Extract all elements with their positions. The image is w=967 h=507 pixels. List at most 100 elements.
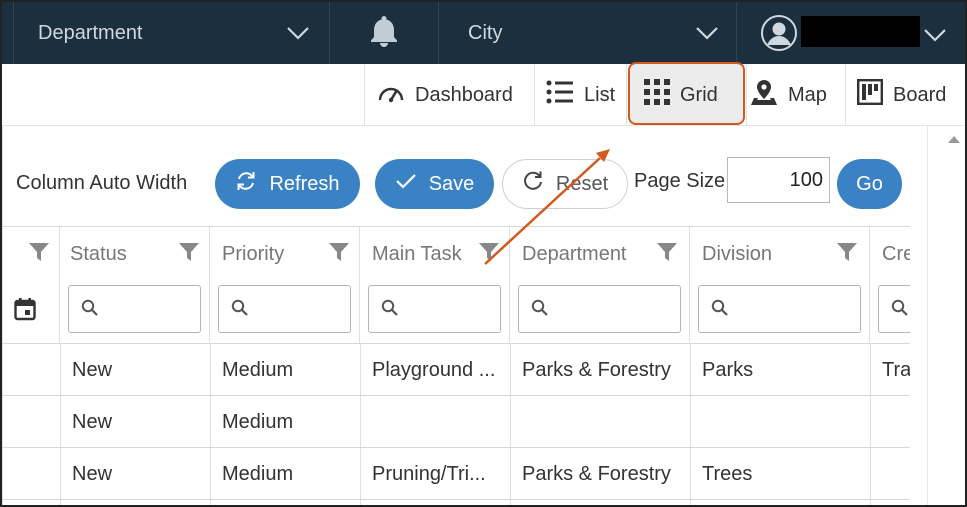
vertical-scrollbar[interactable]: [927, 126, 965, 505]
column-header-division[interactable]: Division: [690, 227, 870, 343]
divider: [364, 64, 365, 126]
column-header-main-task[interactable]: Main Task: [360, 227, 510, 343]
tab-list[interactable]: List: [546, 64, 615, 126]
board-icon: [857, 79, 884, 111]
divider: [626, 64, 627, 126]
reset-icon: [522, 170, 544, 198]
search-icon: [381, 299, 398, 316]
row-divider: [2, 499, 910, 500]
tab-board-label: Board: [893, 83, 947, 106]
chevron-down-icon: [286, 26, 310, 40]
map-pin-icon: [750, 78, 778, 112]
divider: [534, 64, 535, 126]
filter-icon[interactable]: [656, 241, 678, 268]
page-size-input[interactable]: [727, 157, 830, 203]
tab-map[interactable]: Map: [750, 64, 827, 126]
column-divider: [60, 343, 61, 505]
filter-icon[interactable]: [28, 241, 50, 268]
divider: [746, 64, 747, 126]
search-icon: [81, 299, 98, 316]
row-divider: [2, 447, 910, 448]
department-filter-input[interactable]: [518, 285, 681, 333]
list-icon: [546, 80, 574, 110]
city-label: City: [468, 21, 503, 44]
column-auto-width-toggle[interactable]: Column Auto Width: [16, 172, 187, 195]
tab-dashboard-label: Dashboard: [415, 83, 513, 106]
cell-status: New: [72, 463, 113, 485]
go-label: Go: [856, 172, 883, 195]
priority-filter-input[interactable]: [218, 285, 351, 333]
row-divider: [2, 343, 910, 344]
column-divider: [870, 343, 871, 505]
column-header-label: Department: [522, 243, 627, 265]
department-label: Department: [38, 21, 143, 44]
tab-map-label: Map: [788, 83, 827, 106]
page-size-label: Page Size: [634, 170, 726, 192]
save-button[interactable]: Save: [375, 159, 494, 209]
column-divider: [210, 343, 211, 505]
column-header-label: Status: [70, 243, 127, 265]
refresh-icon: [235, 170, 257, 198]
filter-icon[interactable]: [836, 241, 858, 268]
calendar-icon[interactable]: [14, 297, 36, 326]
cell-created: Tra: [882, 359, 910, 381]
column-header-label: Main Task: [372, 243, 462, 265]
tab-list-label: List: [584, 83, 616, 106]
cell-main-task: Pruning/Tri...: [372, 463, 486, 485]
filter-icon[interactable]: [328, 241, 350, 268]
chevron-down-icon: [695, 26, 719, 40]
cell-main-task: Playground ...: [372, 359, 496, 381]
app-window: Department City Dashboard List Grid Map …: [0, 0, 967, 507]
column-header-label: Priority: [222, 243, 285, 265]
created-filter-input[interactable]: [878, 285, 910, 333]
go-button[interactable]: Go: [837, 159, 902, 209]
avatar-icon: [760, 14, 798, 57]
cell-department: Parks & Forestry: [522, 463, 671, 485]
cell-status: New: [72, 411, 113, 433]
data-grid: Status Priority Main Task Department Div…: [2, 226, 910, 505]
search-icon: [231, 299, 248, 316]
main-task-filter-input[interactable]: [368, 285, 501, 333]
row-divider: [2, 395, 910, 396]
cell-priority: Medium: [222, 411, 294, 433]
reset-button[interactable]: Reset: [502, 159, 628, 209]
checkmark-icon: [395, 172, 417, 196]
cell-priority: Medium: [222, 359, 294, 381]
filter-icon[interactable]: [478, 241, 500, 268]
column-header-department[interactable]: Department: [510, 227, 690, 343]
tab-grid-label: Grid: [680, 83, 718, 106]
reset-label: Reset: [555, 172, 609, 195]
division-filter-input[interactable]: [698, 285, 861, 333]
search-icon: [711, 299, 728, 316]
tab-grid[interactable]: Grid: [644, 64, 718, 126]
tab-dashboard[interactable]: Dashboard: [377, 64, 513, 126]
filter-icon[interactable]: [178, 241, 200, 268]
redacted-username: [801, 16, 920, 47]
column-header-partial: [2, 227, 60, 343]
cell-division: Trees: [702, 463, 753, 485]
cell-priority: Medium: [222, 463, 294, 485]
column-header-created[interactable]: Cre: [870, 227, 910, 343]
cell-division: Parks: [702, 359, 754, 381]
column-divider: [690, 343, 691, 505]
search-icon: [531, 299, 548, 316]
column-header-label: Division: [702, 243, 773, 265]
tab-board[interactable]: Board: [857, 64, 946, 126]
scroll-up-arrow-icon[interactable]: [948, 130, 960, 148]
status-filter-input[interactable]: [68, 285, 201, 333]
refresh-label: Refresh: [269, 172, 340, 195]
column-header-priority[interactable]: Priority: [210, 227, 360, 343]
department-dropdown[interactable]: Department: [14, 2, 328, 64]
bell-icon: [366, 13, 402, 54]
column-header-status[interactable]: Status: [60, 227, 210, 343]
chevron-down-icon: [923, 28, 947, 42]
column-divider: [510, 343, 511, 505]
refresh-button[interactable]: Refresh: [215, 159, 360, 209]
grid-icon: [644, 79, 670, 111]
top-bar: Department City: [2, 2, 965, 64]
column-header-label: Cre: [882, 243, 910, 265]
gauge-icon: [377, 81, 405, 109]
divider: [845, 64, 846, 126]
notifications-button[interactable]: [330, 2, 438, 64]
city-dropdown[interactable]: City: [439, 2, 736, 64]
